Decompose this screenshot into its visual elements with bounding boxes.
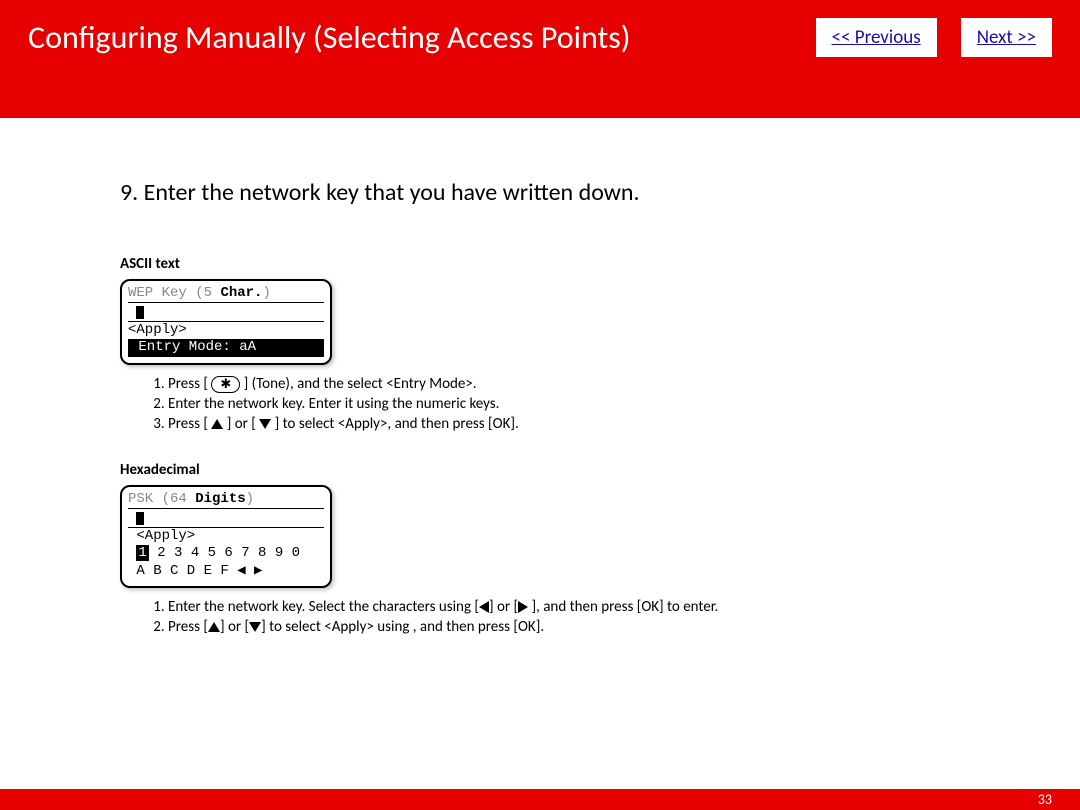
content: 9. Enter the network key that you have w…	[0, 118, 1080, 636]
lcd-text: Char.	[220, 285, 262, 301]
text: Enter the network key. Select the charac…	[168, 598, 479, 616]
list-item: Press [ ✱ ] (Tone), and the select <Entr…	[168, 375, 960, 393]
text: Press [	[168, 415, 211, 433]
lcd-text: A B C D E F ◀ ▶	[128, 563, 324, 581]
page-title: Configuring Manually (Selecting Access P…	[28, 18, 792, 57]
step-number: 9.	[120, 178, 138, 207]
tone-key-icon: ✱	[211, 376, 240, 393]
lcd-text: PSK	[128, 491, 162, 507]
left-arrow-icon	[479, 601, 489, 613]
header-bar: Configuring Manually (Selecting Access P…	[0, 0, 1080, 118]
text: ] or [	[489, 598, 518, 616]
list-item: Press [ ] or [ ] to select <Apply>, and …	[168, 415, 960, 433]
list-item: Press [ ] or [ ] to select <Apply> using ,…	[168, 618, 960, 636]
hex-lcd: PSK (64 Digits) <Apply> 1 2 3 4 5 6 7 8 …	[120, 485, 332, 588]
ascii-instructions: Press [ ✱ ] (Tone), and the select <Entr…	[120, 375, 960, 433]
text: ] or [	[220, 618, 249, 636]
text: ] to select <Apply> using , and then pre…	[261, 618, 544, 636]
hex-label: Hexadecimal	[120, 461, 960, 479]
hex-instructions: Enter the network key. Select the charac…	[120, 598, 960, 636]
text: Press [	[168, 375, 211, 393]
down-arrow-icon	[259, 419, 271, 429]
page-number: 33	[1038, 791, 1052, 808]
next-button[interactable]: Next >>	[961, 18, 1052, 57]
right-arrow-icon	[518, 601, 528, 613]
cursor-icon	[136, 306, 144, 319]
lcd-text: )	[246, 491, 254, 507]
up-arrow-icon	[208, 622, 220, 632]
ascii-label: ASCII text	[120, 255, 960, 273]
lcd-text: <Apply>	[128, 322, 324, 340]
lcd-text: )	[262, 285, 270, 301]
lcd-selected-row: Entry Mode: aA	[128, 339, 324, 357]
lcd-text: WEP Key	[128, 285, 195, 301]
list-item: Enter the network key. Select the charac…	[168, 598, 960, 616]
lcd-text: 2 3 4 5 6 7 8 9 0	[149, 545, 300, 561]
step-text: Enter the network key that you have writ…	[144, 178, 640, 207]
text: Press [	[168, 618, 208, 636]
ascii-lcd: WEP Key (5 Char.) <Apply> Entry Mode: aA	[120, 279, 332, 365]
up-arrow-icon	[211, 419, 223, 429]
step-heading: 9. Enter the network key that you have w…	[120, 178, 960, 207]
lcd-text: (64	[162, 491, 196, 507]
lcd-text: <Apply>	[128, 528, 324, 546]
text: ] or [	[223, 415, 259, 433]
lcd-selected-char: 1	[136, 545, 148, 561]
cursor-icon	[136, 512, 144, 525]
text: ], and then press [OK] to enter.	[528, 598, 718, 616]
down-arrow-icon	[249, 622, 261, 632]
lcd-text: (5	[195, 285, 220, 301]
text: ] to select <Apply>, and then press [OK]…	[271, 415, 519, 433]
previous-button[interactable]: << Previous	[816, 18, 937, 57]
footer-bar: 33	[0, 789, 1080, 810]
list-item: Enter the network key. Enter it using th…	[168, 395, 960, 413]
text: ] (Tone), and the select <Entry Mode>.	[240, 375, 476, 393]
lcd-text: Digits	[195, 491, 245, 507]
